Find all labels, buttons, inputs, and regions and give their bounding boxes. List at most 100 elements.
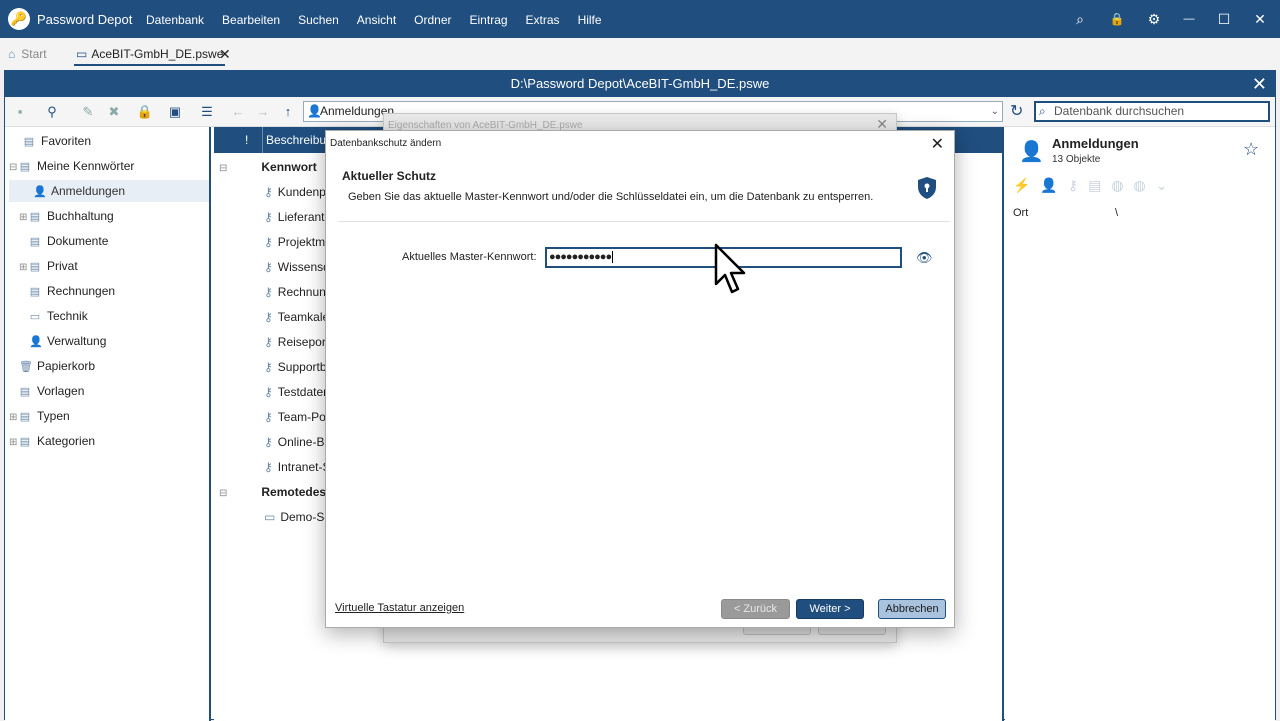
back-arrow-icon[interactable]: ← bbox=[229, 103, 247, 121]
key-icon: ⚷ bbox=[264, 285, 273, 299]
tab-start-label: Start bbox=[21, 47, 47, 61]
tab-file[interactable]: ▭ AceBIT-GmbH_DE.pswe bbox=[74, 38, 226, 66]
minimize-button[interactable]: — bbox=[1179, 9, 1199, 29]
list-item[interactable]: ⚷ Rechnung bbox=[264, 281, 333, 303]
tree-item-verwaltung[interactable]: 👤 Verwaltung bbox=[19, 330, 106, 352]
menu-bearbeiten[interactable]: Bearbeiten bbox=[222, 13, 280, 27]
menu-suchen[interactable]: Suchen bbox=[298, 13, 339, 27]
search-icon: ⌕ bbox=[1039, 104, 1046, 118]
forward-arrow-icon[interactable]: → bbox=[254, 103, 272, 121]
tree-item-privat[interactable]: ⊞ ▤ Privat bbox=[19, 255, 78, 277]
collapse-icon[interactable]: ⊟ bbox=[219, 488, 227, 499]
app-name: Password Depot bbox=[37, 12, 133, 27]
detail-panel: 👤 Anmeldungen 13 Objekte ☆ ⚡👤⚷▤◍◍⌄ Ort \ bbox=[1005, 127, 1275, 721]
folder-tree: ▤ Favoriten ⊟ ▤ Meine Kennwörter 👤 Anmeldung… bbox=[5, 127, 211, 721]
folder-icon: ▤ bbox=[19, 386, 31, 398]
list-item-label: Team-Pos bbox=[277, 410, 332, 424]
database-search-input[interactable]: ⌕ Datenbank durchsuchen bbox=[1034, 101, 1270, 122]
lock-database-icon[interactable]: 🔒 bbox=[136, 103, 154, 121]
monitor-icon: ▭ bbox=[264, 510, 276, 524]
tree-item-vorlagen[interactable]: ▤ Vorlagen bbox=[9, 380, 85, 402]
column-flag[interactable]: ! bbox=[245, 133, 248, 147]
tree-item-anmeldungen[interactable]: 👤 Anmeldungen bbox=[9, 180, 209, 202]
list-item[interactable]: ⚷ Testdaten bbox=[264, 381, 330, 403]
list-item[interactable]: ⚷ Supportb bbox=[264, 356, 327, 378]
user-icon: 👤 bbox=[307, 104, 322, 118]
chevron-down-icon[interactable]: ⌄ bbox=[991, 102, 999, 121]
trash-icon: 🗑 bbox=[19, 361, 33, 373]
tab-close-icon[interactable]: ✕ bbox=[219, 46, 231, 63]
group-header[interactable]: ⊟ Kennwort bbox=[219, 156, 317, 178]
group-label: Remotedesk bbox=[261, 485, 333, 499]
save-icon[interactable]: ▪ bbox=[11, 103, 29, 121]
next-button[interactable]: Weiter > bbox=[796, 599, 864, 619]
tree-item-kategorien[interactable]: ⊞ ▤ Kategorien bbox=[9, 430, 95, 452]
tree-item-meine-kennwoerter[interactable]: ⊟ ▤ Meine Kennwörter bbox=[9, 155, 134, 177]
tab-start[interactable]: ⌂ Start bbox=[8, 38, 47, 70]
shield-icon bbox=[918, 177, 936, 199]
favorite-star-icon[interactable]: ☆ bbox=[1243, 139, 1259, 160]
list-item-label: Testdaten bbox=[277, 385, 330, 399]
tree-item-papierkorb[interactable]: 🗑 Papierkorb bbox=[9, 355, 95, 377]
tree-label: Typen bbox=[37, 409, 70, 423]
show-password-eye-icon[interactable]: 👁 bbox=[916, 250, 933, 266]
tree-item-typen[interactable]: ⊞ ▤ Typen bbox=[9, 405, 70, 427]
list-item[interactable]: ⚷ Lieferante bbox=[264, 206, 331, 228]
new-entry-icon[interactable]: ⚲ bbox=[43, 103, 61, 121]
up-arrow-icon[interactable]: ↑ bbox=[279, 103, 297, 121]
tree-item-rechnungen[interactable]: ▤ Rechnungen bbox=[19, 280, 115, 302]
search-icon[interactable]: ⌕ bbox=[1070, 9, 1090, 29]
tree-item-dokumente[interactable]: ▤ Dokumente bbox=[19, 230, 109, 252]
menu-datenbank[interactable]: Datenbank bbox=[146, 13, 204, 27]
new-folder-icon[interactable]: ▣ bbox=[166, 103, 184, 121]
menu-extras[interactable]: Extras bbox=[526, 13, 560, 27]
list-item[interactable]: ⚷ Team-Pos bbox=[264, 406, 332, 428]
maximize-button[interactable]: ☐ bbox=[1214, 9, 1234, 29]
database-protection-dialog: Datenbankschutz ändern ✕ Aktueller Schut… bbox=[325, 130, 955, 628]
collapse-icon[interactable]: ⊟ bbox=[219, 163, 227, 174]
list-item[interactable]: ⚷ Online-Ba bbox=[264, 431, 331, 453]
tree-item-technik[interactable]: ▭ Technik bbox=[19, 305, 88, 327]
tree-item-favoriten[interactable]: ▤ Favoriten bbox=[13, 130, 91, 152]
list-item-label: Reiseport bbox=[277, 335, 330, 349]
lock-icon[interactable]: 🔒 bbox=[1107, 9, 1127, 29]
close-window-button[interactable]: ✕ bbox=[1250, 9, 1270, 29]
expand-icon[interactable]: ⊞ bbox=[19, 257, 29, 279]
menu-hilfe[interactable]: Hilfe bbox=[578, 13, 602, 27]
refresh-icon[interactable]: ↻ bbox=[1010, 101, 1023, 121]
list-item[interactable]: ⚷ Wissensd bbox=[264, 256, 330, 278]
edit-entry-icon[interactable]: ✎ bbox=[79, 103, 97, 121]
back-button[interactable]: < Zurück bbox=[721, 599, 790, 619]
close-icon[interactable]: ✕ bbox=[931, 134, 944, 154]
list-item[interactable]: ⚷ Kundenpo bbox=[264, 181, 333, 203]
group-header[interactable]: ⊟ Remotedesk bbox=[219, 481, 333, 503]
list-item[interactable]: ⚷ Intranet-S bbox=[264, 456, 331, 478]
virtual-keyboard-link[interactable]: Virtuelle Tastatur anzeigen bbox=[335, 602, 464, 614]
list-item[interactable]: ▭ Demo-Se bbox=[264, 506, 331, 528]
gear-icon[interactable]: ⚙ bbox=[1144, 9, 1164, 29]
cancel-button[interactable]: Abbrechen bbox=[878, 599, 946, 619]
field-value-ort: \ bbox=[1115, 207, 1119, 219]
key-icon: ⚷ bbox=[264, 335, 273, 349]
expand-icon[interactable]: ⊞ bbox=[19, 207, 29, 229]
collapse-icon[interactable]: ⊟ bbox=[9, 157, 19, 179]
close-database-icon[interactable]: ✕ bbox=[1252, 71, 1267, 97]
list-item[interactable]: ⚷ Reiseport bbox=[264, 331, 329, 353]
delete-entry-icon[interactable]: ✖ bbox=[105, 103, 123, 121]
database-icon[interactable]: ☰ bbox=[198, 103, 216, 121]
expand-icon[interactable]: ⊞ bbox=[9, 432, 19, 454]
menu-ansicht[interactable]: Ansicht bbox=[357, 13, 396, 27]
list-item[interactable]: ⚷ Projektma bbox=[264, 231, 332, 253]
list-item-label: Demo-Se bbox=[280, 510, 332, 524]
user-icon: 👤 bbox=[33, 186, 47, 198]
menu-ordner[interactable]: Ordner bbox=[414, 13, 451, 27]
folder-icon: ▤ bbox=[19, 161, 31, 173]
list-item[interactable]: ⚷ Teamkaler bbox=[264, 306, 333, 328]
expand-icon[interactable]: ⊞ bbox=[9, 407, 19, 429]
menu-eintrag[interactable]: Eintrag bbox=[470, 13, 508, 27]
tree-label: Kategorien bbox=[37, 434, 96, 448]
column-description[interactable]: Beschreibun bbox=[266, 133, 333, 147]
tree-label: Dokumente bbox=[47, 234, 109, 248]
tree-item-buchhaltung[interactable]: ⊞ ▤ Buchhaltung bbox=[19, 205, 114, 227]
password-value: ●●●●●●●●●●● bbox=[549, 251, 612, 263]
